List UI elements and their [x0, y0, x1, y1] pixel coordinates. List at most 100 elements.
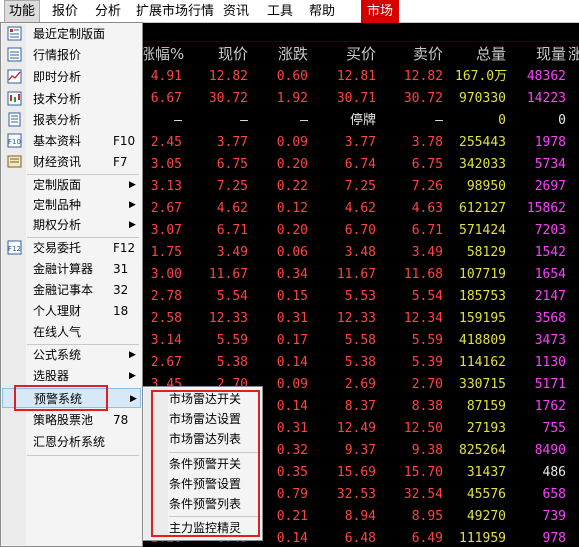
cell-change: 0.22 — [276, 179, 308, 194]
menu-item-instant-analysis[interactable]: 即时分析 — [2, 67, 141, 87]
menu-function[interactable]: 功能 — [4, 0, 41, 23]
cell-current-volume: 1542 — [534, 245, 566, 260]
menu-item-quote[interactable]: 行情报价 — [2, 45, 141, 65]
header-more[interactable]: 涨 — [568, 42, 579, 66]
menu-news[interactable]: 资讯 — [219, 0, 253, 23]
menu-item-report-analysis[interactable]: 报表分析 — [2, 110, 141, 130]
cell-bid: 15.69 — [336, 465, 376, 480]
cell-bid: 3.48 — [344, 245, 376, 260]
submenu-arrow-icon: ▶ — [129, 200, 136, 210]
cell-volume: 98950 — [466, 179, 506, 194]
cell-bid: 6.70 — [344, 223, 376, 238]
cell-ask: 6.75 — [411, 157, 443, 172]
menu-item-custom-layout[interactable]: 定制版面 ▶ — [2, 175, 141, 195]
cell-ask: 4.63 — [411, 201, 443, 216]
menu-extended-market[interactable]: 扩展市场行情 — [132, 0, 218, 23]
header-ask[interactable]: 卖价 — [390, 42, 443, 66]
menu-tools[interactable]: 工具 — [263, 0, 297, 23]
menu-item-shortcut: 31 — [113, 262, 129, 276]
cell-current-volume: 755 — [542, 421, 566, 436]
cell-bid: 8.94 — [344, 509, 376, 524]
menu-item-label: 公式系统 — [33, 348, 82, 362]
menu-analysis[interactable]: 分析 — [91, 0, 125, 23]
submenu-arrow-icon: ▶ — [130, 394, 137, 404]
cell-ask: 3.49 — [411, 245, 443, 260]
candlestick-icon — [7, 91, 22, 106]
menu-item-shortcut: 32 — [113, 283, 129, 297]
cell-change: 0.14 — [276, 531, 308, 546]
menu-item-option-analysis[interactable]: 期权分析 ▶ — [2, 215, 141, 235]
header-change[interactable]: 涨跌 — [260, 42, 308, 66]
report-icon — [7, 112, 22, 127]
cell-ask: 5.39 — [411, 355, 443, 370]
cell-change: 1.92 — [276, 91, 308, 106]
cell-volume: 31437 — [466, 465, 506, 480]
cell-change: 0.06 — [276, 245, 308, 260]
menu-item-label: 金融记事本 — [33, 283, 94, 297]
menu-item-label: 最近定制版面 — [33, 27, 106, 41]
svg-text:F10: F10 — [8, 138, 21, 146]
menu-item-label: 基本资料 — [33, 134, 82, 148]
cell-volume: 0 — [498, 113, 506, 128]
cell-volume: 87159 — [466, 399, 506, 414]
menu-help[interactable]: 帮助 — [305, 0, 339, 23]
cell-change-pct: 3.13 — [150, 179, 182, 194]
cell-change: 0.14 — [276, 399, 308, 414]
cell-bid: 3.77 — [344, 135, 376, 150]
cell-volume: 825264 — [459, 443, 506, 458]
menu-item-technical-analysis[interactable]: 技术分析 — [2, 89, 141, 109]
menu-item-personal-finance[interactable]: 个人理财 18 — [2, 301, 141, 321]
submenu-arrow-icon: ▶ — [129, 180, 136, 190]
menu-item-recent-layout[interactable]: 最近定制版面 — [2, 24, 141, 44]
cell-volume: 107719 — [459, 267, 506, 282]
menu-item-huien-analysis-system[interactable]: 汇恩分析系统 — [2, 432, 141, 452]
cell-current-volume: 0 — [558, 113, 566, 128]
menu-item-finance-calculator[interactable]: 金融计算器 31 — [2, 259, 141, 279]
cell-price: 4.62 — [216, 201, 248, 216]
cell-bid: 2.69 — [344, 377, 376, 392]
cell-volume: 58129 — [466, 245, 506, 260]
submenu-arrow-icon: ▶ — [129, 350, 136, 360]
menu-quote[interactable]: 报价 — [48, 0, 82, 23]
menu-item-label: 技术分析 — [33, 92, 82, 106]
cell-change: 0.20 — [276, 157, 308, 172]
header-volume[interactable]: 总量 — [455, 42, 506, 66]
cell-change-pct: 2.67 — [150, 355, 182, 370]
cell-bid: 4.62 — [344, 201, 376, 216]
cell-volume: 330715 — [459, 377, 506, 392]
menu-item-trade-order[interactable]: F12 交易委托 F12 — [2, 238, 141, 258]
cell-change-pct: 1.75 — [150, 245, 182, 260]
market-button[interactable]: 市场 — [361, 0, 400, 23]
cell-change-pct: 3.14 — [150, 333, 182, 348]
cell-volume: 185753 — [459, 289, 506, 304]
cell-bid: 11.67 — [336, 267, 376, 282]
menu-item-basic-info[interactable]: F10 基本资料 F10 — [2, 131, 141, 151]
menu-item-formula-system[interactable]: 公式系统 ▶ — [2, 345, 141, 365]
menu-item-shortcut: F10 — [113, 134, 136, 148]
menu-item-label: 财经资讯 — [33, 155, 82, 169]
menu-item-finance-notebook[interactable]: 金融记事本 32 — [2, 280, 141, 300]
submenu-arrow-icon: ▶ — [129, 371, 136, 381]
cell-ask: 5.54 — [411, 289, 443, 304]
menu-item-finance-news[interactable]: 财经资讯 F7 — [2, 152, 141, 172]
menu-item-online-popularity[interactable]: 在线人气 — [2, 322, 141, 342]
header-bid[interactable]: 买价 — [320, 42, 376, 66]
cell-ask: 8.95 — [411, 509, 443, 524]
submenu-arrow-icon: ▶ — [129, 220, 136, 230]
menu-item-shortcut: F12 — [113, 241, 136, 255]
f10-icon: F10 — [7, 133, 22, 148]
menu-item-shortcut: 18 — [113, 304, 129, 318]
menu-item-strategy-stock-pool[interactable]: 策略股票池 78 — [2, 410, 141, 430]
line-chart-icon — [7, 69, 22, 84]
cell-change-pct: 2.78 — [150, 289, 182, 304]
header-change-pct[interactable]: 涨幅% — [140, 42, 184, 66]
menu-item-custom-variety[interactable]: 定制品种 ▶ — [2, 195, 141, 215]
cell-bid: 12.81 — [336, 69, 376, 84]
cell-volume: 45576 — [466, 487, 506, 502]
cell-volume: 970330 — [459, 91, 506, 106]
header-current-volume[interactable]: 现量 — [515, 42, 566, 66]
cell-ask: 9.38 — [411, 443, 443, 458]
menu-item-label: 个人理财 — [33, 304, 82, 318]
header-price[interactable]: 现价 — [200, 42, 248, 66]
menu-item-stock-selector[interactable]: 选股器 ▶ — [2, 366, 141, 386]
